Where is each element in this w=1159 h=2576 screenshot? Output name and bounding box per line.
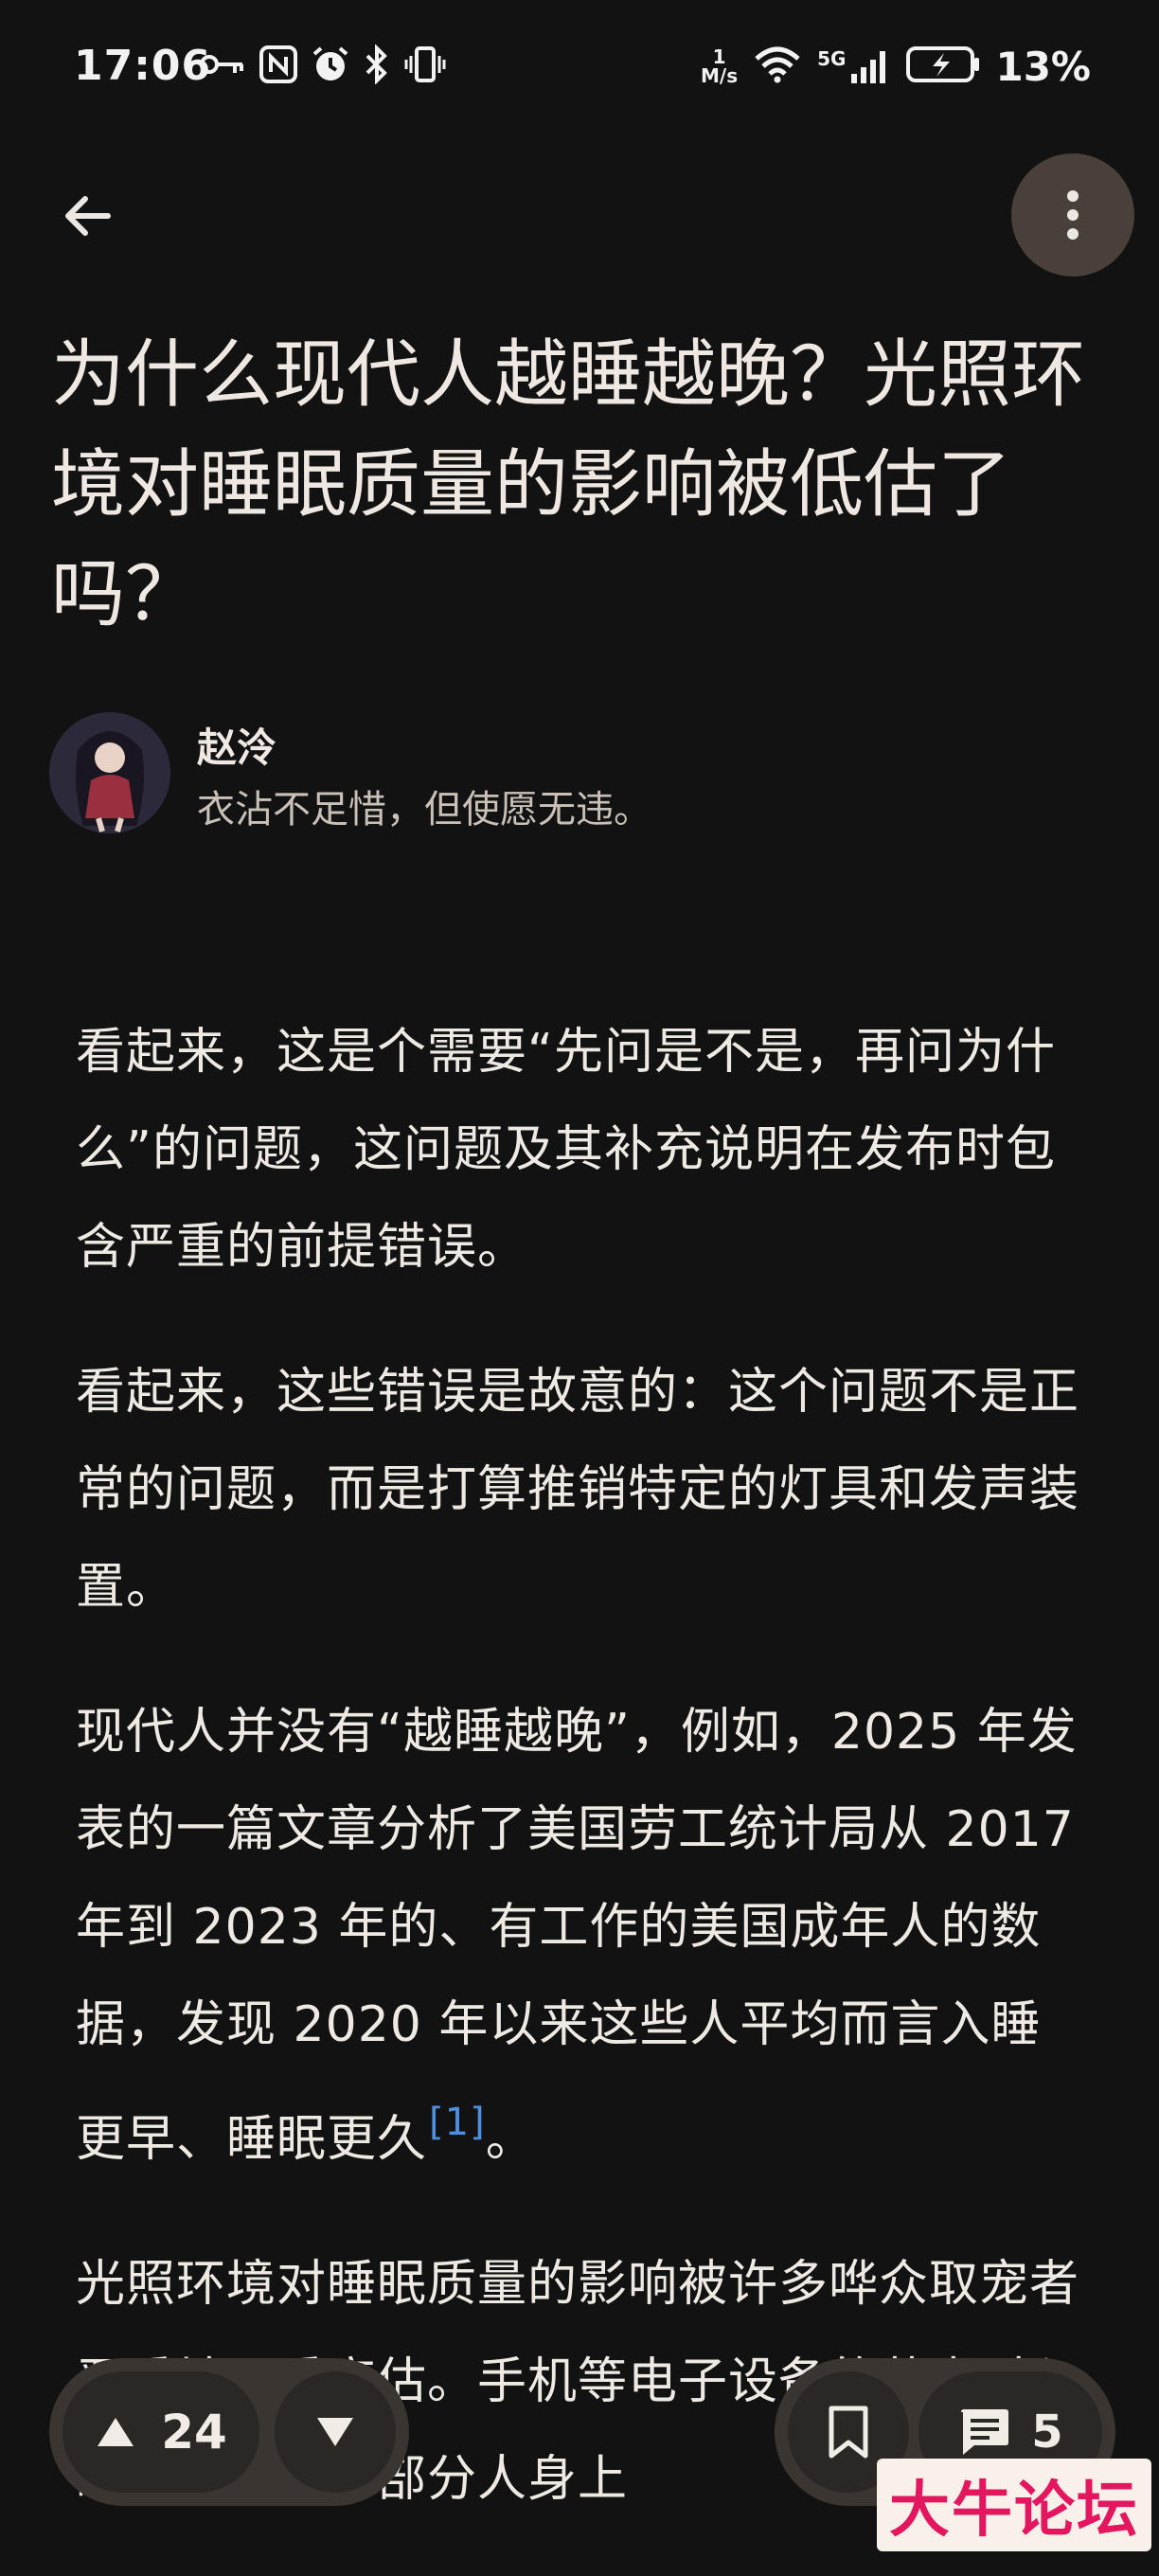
watermark-text: 大牛论坛 — [889, 2476, 1139, 2546]
answer-paragraph: 看起来，这是个需要“先问是不是，再问为什么”的问题，这问题及其补充说明在发布时包… — [76, 1024, 1056, 1276]
more-vertical-icon — [1067, 190, 1079, 240]
network-speed-unit: M/s — [701, 64, 739, 87]
arrow-left-icon — [65, 196, 111, 236]
watermark-logo: 大牛论坛 — [877, 2459, 1151, 2551]
battery-percent: 13% — [995, 43, 1091, 90]
answer-paragraph-text: 现代人并没有“越睡越晚”，例如，2025 年发表的一篇文章分析了美国劳工统计局从… — [76, 1704, 1078, 2168]
status-time: 17:06 — [74, 42, 212, 90]
status-right: 1 M/s 5G 13% — [701, 38, 1091, 95]
status-left-icons — [199, 42, 447, 91]
answer-paragraph: 现代人并没有“越睡越晚”，例如，2025 年发表的一篇文章分析了美国劳工统计局从… — [76, 1684, 1089, 2189]
status-bar: 17:06 1 M/s 5G 13% — [0, 0, 1159, 133]
bluetooth-icon — [364, 44, 390, 88]
key-icon — [199, 50, 246, 82]
nfc-icon — [259, 45, 297, 87]
vote-bar: 24 — [49, 2358, 409, 2506]
upvote-button[interactable]: 24 — [62, 2371, 259, 2493]
answer-body: 看起来，这是个需要“先问是不是，再问为什么”的问题，这问题及其补充说明在发布时包… — [76, 1004, 1089, 2576]
bookmark-icon — [829, 2406, 868, 2459]
question-title[interactable]: 为什么现代人越睡越晚？光照环境对睡眠质量的影响被低估了吗？ — [51, 320, 1112, 650]
avatar-image — [49, 712, 170, 833]
downvote-button[interactable] — [275, 2371, 396, 2493]
triangle-up-icon — [98, 2418, 134, 2446]
signal-bars-icon — [851, 51, 886, 83]
author-name[interactable]: 赵泠 — [197, 716, 276, 774]
more-options-button[interactable] — [1011, 153, 1134, 277]
network-speed-value: 1 — [712, 45, 726, 68]
vibrate-icon — [403, 45, 447, 88]
author-bio: 衣沾不足惜，但使愿无违。 — [197, 788, 651, 832]
paragraph-end-punctuation: 。 — [485, 2111, 536, 2168]
triangle-down-icon — [317, 2418, 353, 2446]
wifi-icon — [753, 45, 802, 87]
back-button[interactable] — [49, 178, 125, 254]
author-avatar[interactable] — [49, 712, 170, 833]
alarm-icon — [311, 45, 350, 88]
comment-count: 5 — [1031, 2406, 1063, 2459]
upvote-count: 24 — [161, 2405, 227, 2460]
answer-paragraph: 看起来，这些错误是故意的：这个问题不是正常的问题，而是打算推销特定的灯具和发声装… — [76, 1364, 1080, 1616]
reference-link[interactable]: [1] — [429, 2101, 486, 2144]
battery-charging-icon — [906, 45, 980, 87]
comment-icon — [961, 2409, 1009, 2455]
cell-signal: 5G — [817, 47, 891, 85]
network-speed: 1 M/s — [701, 47, 738, 85]
network-type-label: 5G — [817, 47, 847, 70]
